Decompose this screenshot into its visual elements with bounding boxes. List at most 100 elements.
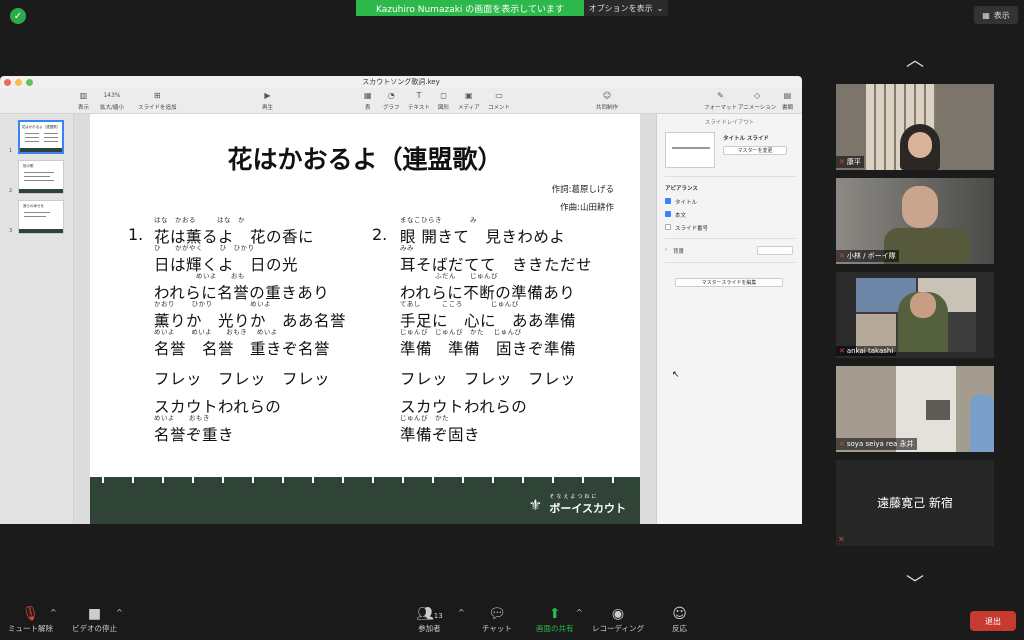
slide-navigator: 1 花はかおるよ（連盟歌） 2 班の歌 3 我らの幸せを — [0, 114, 74, 524]
audio-options-caret[interactable]: ^ — [50, 608, 57, 617]
leave-meeting-button[interactable]: 退出 — [970, 611, 1016, 631]
chart-button[interactable]: ◔ グラフ — [383, 91, 400, 111]
video-camera-icon: ■ — [87, 606, 102, 622]
comment-button[interactable]: ▭ コメント — [488, 91, 510, 111]
video-tile-4[interactable]: ✕ soya seiya rea 永井 — [836, 366, 994, 452]
video-tile-3[interactable]: ✕ ankai takashi — [836, 272, 994, 358]
video-options-caret[interactable]: ^ — [116, 608, 123, 617]
change-master-button[interactable]: マスターを変更 — [723, 146, 787, 155]
inspector-panel: スライドレイアウト タイトル スライド マスターを変更 アピアランス タイトル … — [656, 114, 802, 524]
slide-thumbnail-1[interactable]: 花はかおるよ（連盟歌） — [18, 120, 64, 154]
gallery-up-arrow-icon[interactable]: ︿ — [900, 46, 930, 71]
verse-2: まなこひらき み眼 開きて 見きわめよ みみ 耳そばだてて ききただせ ふだん じゅ… — [400, 214, 640, 444]
layout-name: タイトル スライド — [723, 136, 769, 142]
minimize-window-button[interactable] — [15, 79, 22, 86]
paintbrush-icon: ✎ — [717, 91, 724, 100]
slide-number-checkbox[interactable] — [665, 224, 671, 230]
media-button[interactable]: ▣ メディア — [458, 91, 480, 111]
add-slide-button[interactable]: ⊞ スライドを追加 — [138, 91, 177, 111]
animate-button[interactable]: ◇ アニメーション — [738, 91, 776, 111]
slide-number: 2 — [9, 188, 13, 194]
participants-options-caret[interactable]: ^ — [458, 608, 465, 617]
collaborate-button[interactable]: ☺ 共同制作 — [596, 91, 618, 111]
keynote-toolbar: ▥ 表示 143% 拡大/縮小 ⊞ スライドを追加 ▶ 再生 ▦ 表 ◔ グラフ T テキスト… — [0, 88, 802, 114]
participant-name: ✕ 小林 / ボーイ隊 — [836, 250, 899, 262]
lyric-line: めいよ おも われらに名誉の重きあり — [154, 270, 394, 302]
lyric-line: じゅんび かた 準備ぞ固き — [400, 412, 640, 444]
lyric-line: フレッ フレッ フレッ — [400, 356, 640, 388]
furigana: みみ — [400, 244, 414, 252]
slide[interactable]: 花はかおるよ（連盟歌） 作詞:葛原しげる 作曲:山田耕作 1. はな かおる は… — [90, 114, 640, 524]
participants-button[interactable]: 👥︎13 参加者 — [416, 605, 443, 634]
table-icon: ▦ — [364, 91, 372, 100]
slide-thumbnail-3[interactable]: 我らの幸せを — [18, 200, 64, 234]
zoom-window-button[interactable] — [26, 79, 33, 86]
logo-motto: そなえよつねに — [549, 494, 599, 500]
lyricist-credit: 作詞:葛原しげる — [551, 185, 614, 195]
lyric-line: じゅんび じゅんび かた じゅんび 準備 準備 固きぞ準備 — [400, 326, 640, 358]
body-checkbox-label: 本文 — [675, 213, 687, 219]
zoom-menu-button[interactable]: 143% 拡大/縮小 — [100, 91, 124, 111]
format-button[interactable]: ✎ フォーマット — [704, 91, 737, 111]
view-label: 表示 — [993, 10, 1010, 20]
share-screen-button[interactable]: ⬆ 画面の共有 — [536, 605, 574, 634]
stop-video-button[interactable]: ■ ビデオの停止 — [72, 605, 117, 634]
verse-number: 2. — [372, 225, 388, 244]
view-button[interactable]: ▦ 表示 — [974, 6, 1018, 24]
share-banner: Kazuhiro Numazaki の画面を表示しています — [356, 0, 584, 16]
chat-button[interactable]: 💬︎ チャット — [482, 605, 512, 634]
muted-mic-icon: 🎙︎ — [21, 606, 40, 622]
lyric-line: スカウトわれらの — [154, 384, 394, 416]
shape-button[interactable]: ◻ 図形 — [438, 91, 449, 111]
layout-thumbnail[interactable] — [665, 132, 715, 168]
record-button[interactable]: ◉ レコーディング — [592, 605, 644, 634]
participant-video — [856, 278, 976, 352]
furigana: めいよ めいよ おもき めいよ — [154, 328, 278, 336]
title-checkbox[interactable] — [665, 198, 671, 204]
furigana: ふだん じゅんび — [400, 272, 498, 280]
lyric-line: めいよ めいよ おもき めいよ 名誉 名誉 重きぞ名誉 — [154, 326, 394, 358]
gallery-down-arrow-icon[interactable]: ﹀ — [900, 570, 930, 595]
view-options-button[interactable]: オプションを表示 ⌄ — [584, 0, 668, 16]
close-window-button[interactable] — [4, 79, 11, 86]
video-tile-2[interactable]: ✕ 小林 / ボーイ隊 — [836, 178, 994, 264]
video-tile-1[interactable]: ✕ 康平 — [836, 84, 994, 170]
view-menu-button[interactable]: ▥ 表示 — [78, 91, 89, 111]
muted-mic-icon: ✕ — [839, 158, 845, 166]
body-checkbox[interactable] — [665, 211, 671, 217]
muted-mic-icon: ✕ — [838, 535, 845, 544]
appearance-heading: アピアランス — [665, 186, 698, 192]
verse-1: はな かおる はな か花は薫るよ 花の香にひ かがやく ひ ひかり 日は輝くよ 日… — [154, 214, 394, 444]
title-checkbox-label: タイトル — [675, 200, 698, 206]
share-screen-icon: ⬆ — [548, 606, 561, 622]
unmute-button[interactable]: 🎙︎ ミュート解除 — [8, 605, 53, 634]
video-tile-5[interactable]: 遠藤寛己 新宿 ✕ — [836, 460, 994, 546]
boy-scouts-logo: ⚜ そなえよつねに ボーイスカウト — [526, 493, 626, 516]
security-shield-icon[interactable]: ✓ — [10, 8, 26, 24]
background-label: 背景 — [673, 249, 685, 255]
edit-master-slide-button[interactable]: マスタースライドを編集 — [675, 278, 783, 287]
keynote-window: スカウトソング歌詞.key ▥ 表示 143% 拡大/縮小 ⊞ スライドを追加 ▶ 再生… — [0, 76, 802, 524]
participant-name-display: 遠藤寛己 新宿 — [877, 496, 953, 510]
furigana: めいよ おもき — [154, 414, 210, 422]
lyric-text: 名誉ぞ重き — [154, 426, 235, 444]
lyric-line: みみ 耳そばだてて ききただせ — [400, 242, 640, 274]
comment-icon: ▭ — [495, 91, 503, 100]
slide-thumbnail-2[interactable]: 班の歌 — [18, 160, 64, 194]
play-button[interactable]: ▶ 再生 — [262, 91, 273, 111]
lyric-line: かおり ひかり めいよ 薫りか 光りか ああ名誉 — [154, 298, 394, 330]
slide-title: 花はかおるよ（連盟歌） — [227, 145, 503, 174]
text-button[interactable]: T テキスト — [408, 91, 430, 111]
logo-name: ボーイスカウト — [549, 502, 626, 515]
document-button[interactable]: ▤ 書類 — [782, 91, 793, 111]
furigana: かおり ひかり めいよ — [154, 300, 272, 308]
chevron-right-icon[interactable]: › — [665, 247, 667, 253]
inspector-header: スライドレイアウト — [704, 120, 755, 126]
smiley-icon: ☺ — [672, 606, 687, 622]
background-color-well[interactable] — [757, 246, 793, 255]
reactions-button[interactable]: ☺ 反応 — [672, 605, 687, 634]
composer-credit: 作曲:山田耕作 — [560, 203, 614, 213]
table-button[interactable]: ▦ 表 — [364, 91, 372, 111]
share-options-caret[interactable]: ^ — [576, 608, 583, 617]
participant-name: ✕ soya seiya rea 永井 — [836, 438, 917, 450]
